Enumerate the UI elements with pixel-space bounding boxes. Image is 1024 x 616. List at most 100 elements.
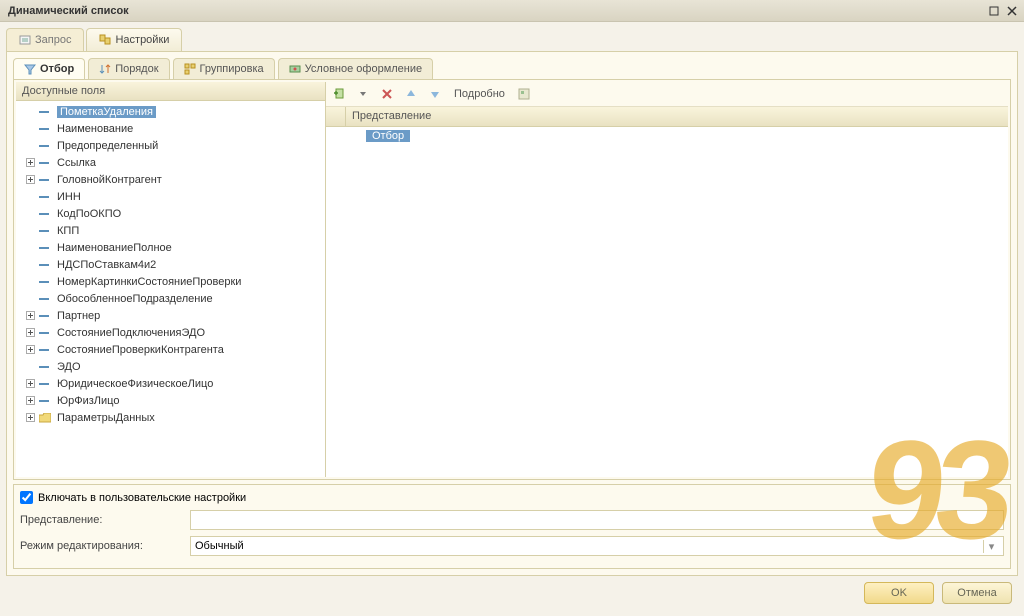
tree-item[interactable]: Предопределенный	[16, 137, 325, 154]
filter-row[interactable]: Отбор	[326, 127, 1008, 145]
tree-item-label: СостояниеПодключенияЭДО	[57, 327, 205, 339]
attribute-icon	[39, 141, 53, 151]
include-in-user-settings-checkbox[interactable]	[20, 491, 33, 504]
attribute-icon	[39, 107, 53, 117]
expander-icon[interactable]	[24, 412, 36, 424]
tree-item[interactable]: ПараметрыДанных	[16, 409, 325, 426]
attribute-icon	[39, 260, 53, 270]
tree-item[interactable]: КодПоОКПО	[16, 205, 325, 222]
tree-item-label: НаименованиеПолное	[57, 242, 172, 254]
tree-item[interactable]: КПП	[16, 222, 325, 239]
expander-icon[interactable]	[24, 327, 36, 339]
tree-item[interactable]: Партнер	[16, 307, 325, 324]
expander-icon[interactable]	[24, 378, 36, 390]
details-link[interactable]: Подробно	[450, 88, 509, 100]
tree-item[interactable]: НДСПоСтавкам4и2	[16, 256, 325, 273]
expander-icon	[24, 259, 36, 271]
tree-item[interactable]: ОбособленноеПодразделение	[16, 290, 325, 307]
representation-input[interactable]	[190, 510, 1004, 530]
tab-query[interactable]: Запрос	[6, 28, 84, 51]
tree-item[interactable]: НомерКартинкиСостояниеПроверки	[16, 273, 325, 290]
tree-item[interactable]: СостояниеПроверкиКонтрагента	[16, 341, 325, 358]
filter-grid-body[interactable]: Отбор	[326, 127, 1008, 477]
tree-item-label: КПП	[57, 225, 79, 237]
tree-item-label: СостояниеПроверкиКонтрагента	[57, 344, 224, 356]
tree-item-label: ПараметрыДанных	[57, 412, 155, 424]
tree-item-label: КодПоОКПО	[57, 208, 121, 220]
chevron-down-icon: ▾	[983, 540, 999, 553]
fields-tree[interactable]: ПометкаУдаления Наименование Предопределен…	[16, 101, 325, 477]
user-settings-panel: Включать в пользовательские настройки Пр…	[13, 484, 1011, 569]
filter-toolbar: Подробно	[326, 82, 1008, 107]
filter-grid-header: Представление	[326, 107, 1008, 127]
attribute-icon	[39, 345, 53, 355]
tree-item-label: ОбособленноеПодразделение	[57, 293, 213, 305]
available-fields-panel: Доступные поля ПометкаУдаления Наименован…	[16, 82, 326, 477]
tree-item[interactable]: Наименование	[16, 120, 325, 137]
attribute-icon	[39, 158, 53, 168]
tree-item-label: ЭДО	[57, 361, 81, 373]
expander-icon[interactable]	[24, 344, 36, 356]
tree-item-label: Наименование	[57, 123, 133, 135]
representation-column-header: Представление	[346, 107, 1008, 126]
tree-item-label: ЮридическоеФизическоеЛицо	[57, 378, 213, 390]
tree-item[interactable]: ЭДО	[16, 358, 325, 375]
tree-item-label: НДСПоСтавкам4и2	[57, 259, 156, 271]
attribute-icon	[39, 243, 53, 253]
attribute-icon	[39, 175, 53, 185]
attribute-icon	[39, 396, 53, 406]
move-down-button[interactable]	[426, 85, 444, 103]
properties-button[interactable]	[515, 85, 533, 103]
title-bar: Динамический список	[0, 0, 1024, 22]
add-dropdown-icon[interactable]	[354, 85, 372, 103]
tab-group-label: Группировка	[200, 63, 264, 75]
tree-item-label: ГоловнойКонтрагент	[57, 174, 162, 186]
edit-mode-value: Обычный	[195, 540, 244, 552]
attribute-icon	[39, 379, 53, 389]
window-restore-button[interactable]	[986, 4, 1002, 18]
folder-icon	[39, 413, 53, 423]
attribute-icon	[39, 311, 53, 321]
attribute-icon	[39, 192, 53, 202]
tab-order[interactable]: Порядок	[88, 58, 169, 79]
attribute-icon	[39, 124, 53, 134]
expander-icon[interactable]	[24, 174, 36, 186]
representation-label: Представление:	[20, 514, 190, 526]
tree-item[interactable]: ЮрФизЛицо	[16, 392, 325, 409]
tree-item-label: ПометкаУдаления	[57, 106, 156, 118]
tab-query-label: Запрос	[35, 34, 71, 46]
tree-item[interactable]: ПометкаУдаления	[16, 103, 325, 120]
tab-settings[interactable]: Настройки	[86, 28, 182, 51]
top-tabs: Запрос Настройки	[6, 28, 1018, 52]
attribute-icon	[39, 362, 53, 372]
delete-button[interactable]	[378, 85, 396, 103]
tree-item[interactable]: СостояниеПодключенияЭДО	[16, 324, 325, 341]
tree-item-label: Ссылка	[57, 157, 96, 169]
tree-item[interactable]: НаименованиеПолное	[16, 239, 325, 256]
tree-item[interactable]: ИНН	[16, 188, 325, 205]
add-button[interactable]	[330, 85, 348, 103]
tab-filter[interactable]: Отбор	[13, 58, 85, 79]
window-close-button[interactable]	[1004, 4, 1020, 18]
tree-item[interactable]: Ссылка	[16, 154, 325, 171]
attribute-icon	[39, 209, 53, 219]
expander-icon	[24, 276, 36, 288]
tab-filter-label: Отбор	[40, 63, 74, 75]
tab-group[interactable]: Группировка	[173, 58, 275, 79]
expander-icon	[24, 293, 36, 305]
expander-icon[interactable]	[24, 157, 36, 169]
tree-item[interactable]: ГоловнойКонтрагент	[16, 171, 325, 188]
edit-mode-select[interactable]: Обычный ▾	[190, 536, 1004, 556]
expander-icon[interactable]	[24, 395, 36, 407]
include-in-user-settings-label: Включать в пользовательские настройки	[38, 492, 246, 504]
attribute-icon	[39, 226, 53, 236]
tree-item-label: Партнер	[57, 310, 100, 322]
expander-icon	[24, 140, 36, 152]
expander-icon[interactable]	[24, 310, 36, 322]
settings-icon	[99, 34, 111, 46]
move-up-button[interactable]	[402, 85, 420, 103]
tab-conditional-format[interactable]: Условное оформление	[278, 58, 433, 79]
available-fields-header: Доступные поля	[16, 82, 325, 101]
tree-item[interactable]: ЮридическоеФизическоеЛицо	[16, 375, 325, 392]
filter-row-label: Отбор	[366, 130, 410, 142]
